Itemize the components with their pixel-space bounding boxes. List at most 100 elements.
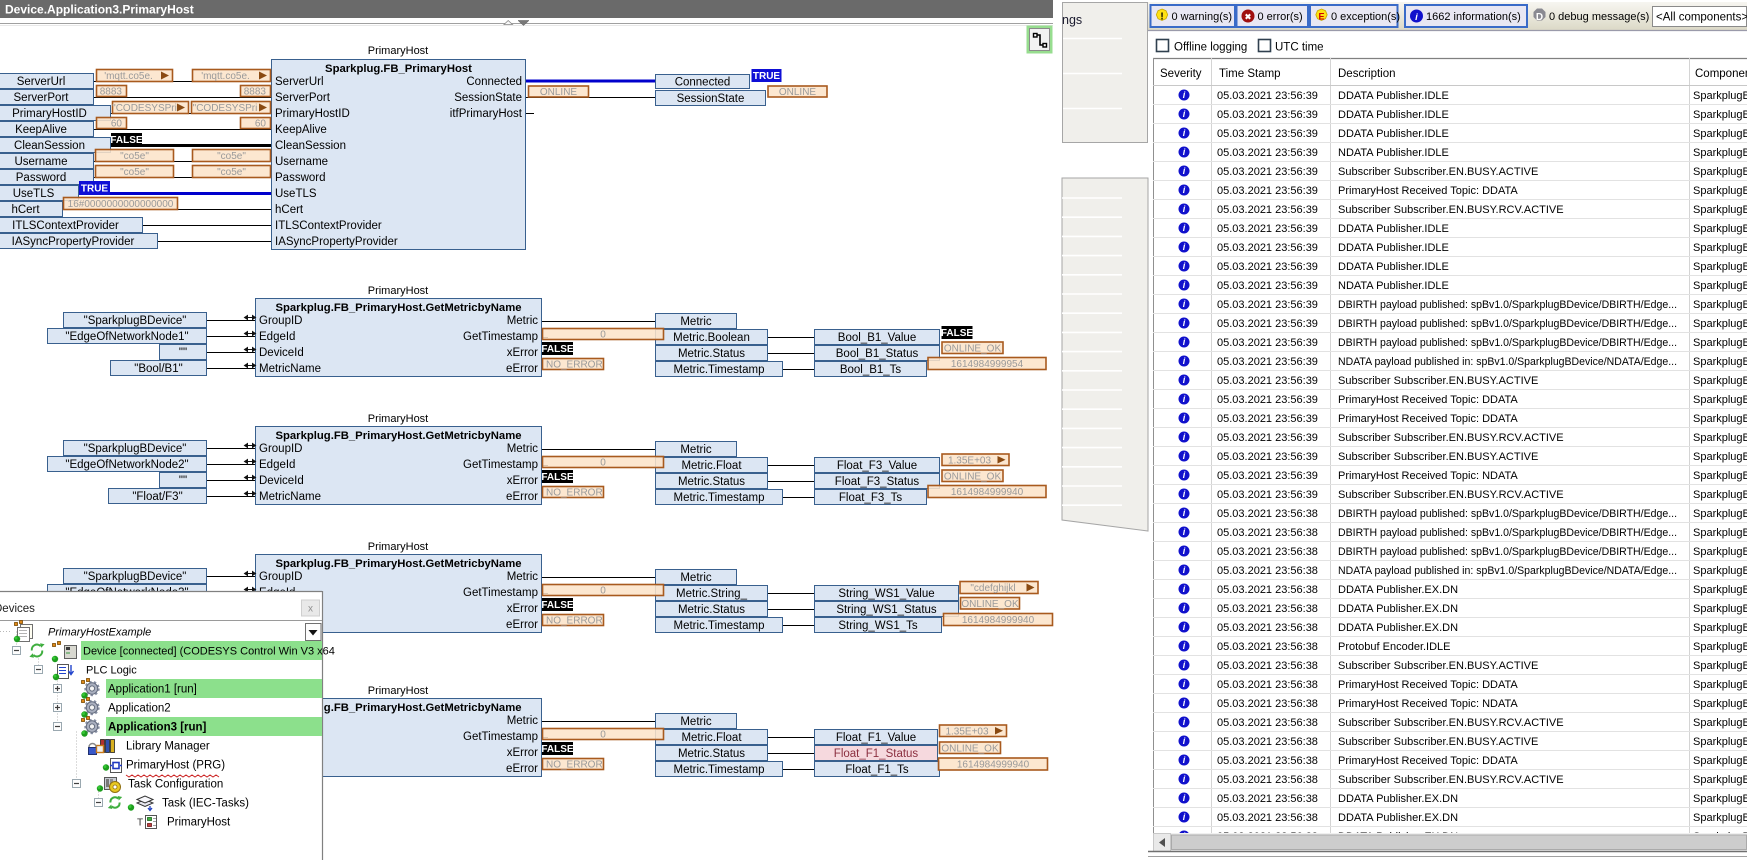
svg-text:Username: Username: [14, 156, 67, 168]
svg-text:"CODESYSPri: "CODESYSPri: [193, 103, 258, 114]
svg-text:DDATA Publisher.IDLE: DDATA Publisher.IDLE: [1338, 128, 1449, 140]
svg-text:<All components>: <All components>: [1656, 12, 1747, 24]
svg-text:0: 0: [600, 730, 606, 741]
svg-text:DDATA Publisher.IDLE: DDATA Publisher.IDLE: [1338, 90, 1449, 102]
svg-text:SparkplugB: SparkplugB: [1693, 755, 1747, 767]
svg-text:05.03.2021 23:56:38: 05.03.2021 23:56:38: [1217, 660, 1318, 672]
svg-text:SparkplugB: SparkplugB: [1693, 204, 1747, 216]
svg-text:05.03.2021 23:56:39: 05.03.2021 23:56:39: [1217, 242, 1318, 254]
svg-text:✖: ✖: [1245, 13, 1252, 22]
svg-text:ServerUrl: ServerUrl: [275, 76, 324, 88]
svg-text:05.03.2021 23:56:39: 05.03.2021 23:56:39: [1217, 90, 1318, 102]
svg-text:PrimaryHost: PrimaryHost: [368, 413, 429, 425]
svg-text:SparkplugB: SparkplugB: [1693, 793, 1747, 805]
svg-text:String_WS1_Status: String_WS1_Status: [836, 604, 937, 616]
svg-text:0: 0: [600, 330, 606, 341]
svg-text:DBIRTH payload published: spBv: DBIRTH payload published: spBv1.0/Sparkp…: [1338, 299, 1677, 311]
svg-text:05.03.2021 23:56:38: 05.03.2021 23:56:38: [1217, 546, 1318, 558]
svg-text:PrimaryHost (PRG): PrimaryHost (PRG): [126, 760, 225, 772]
svg-text:FALSE: FALSE: [541, 344, 574, 355]
svg-text:CleanSession: CleanSession: [14, 140, 85, 152]
svg-text:0: 0: [600, 458, 606, 469]
svg-text:Metric.Float: Metric.Float: [681, 732, 742, 744]
svg-text:GetTimestamp: GetTimestamp: [463, 459, 538, 471]
svg-text:SparkplugB: SparkplugB: [1693, 812, 1747, 824]
svg-text:Description: Description: [1338, 68, 1396, 80]
svg-text:EdgeId: EdgeId: [259, 331, 295, 343]
svg-text:SparkplugB: SparkplugB: [1693, 432, 1747, 444]
svg-text:PrimaryHost Received Topic: DD: PrimaryHost Received Topic: DDATA: [1338, 394, 1518, 406]
svg-text:05.03.2021 23:56:38: 05.03.2021 23:56:38: [1217, 508, 1318, 520]
svg-text:x: x: [308, 604, 313, 615]
svg-text:SparkplugB: SparkplugB: [1693, 128, 1747, 140]
svg-text:"co5e": "co5e": [120, 151, 149, 162]
svg-text:hCert: hCert: [275, 204, 304, 216]
svg-text:SparkplugB: SparkplugB: [1693, 375, 1747, 387]
svg-text:SparkplugB: SparkplugB: [1693, 223, 1747, 235]
svg-text:05.03.2021 23:56:38: 05.03.2021 23:56:38: [1217, 641, 1318, 653]
svg-text:TRUE: TRUE: [81, 184, 109, 195]
svg-text:1.35E+03: 1.35E+03: [948, 455, 992, 466]
svg-text:Metric: Metric: [680, 444, 712, 456]
svg-text:05.03.2021 23:56:39: 05.03.2021 23:56:39: [1217, 318, 1318, 330]
svg-text:SparkplugB: SparkplugB: [1693, 736, 1747, 748]
svg-text:Metric: Metric: [507, 443, 539, 455]
svg-text:"co5e": "co5e": [120, 167, 149, 178]
svg-text:DDATA Publisher.EX.DN: DDATA Publisher.EX.DN: [1338, 603, 1458, 615]
svg-text:ITLSContextProvider: ITLSContextProvider: [275, 220, 382, 232]
svg-text:Task (IEC-Tasks): Task (IEC-Tasks): [162, 798, 249, 810]
svg-text:05.03.2021 23:56:38: 05.03.2021 23:56:38: [1217, 698, 1318, 710]
svg-text:DeviceId: DeviceId: [259, 475, 304, 487]
svg-text:SessionState: SessionState: [454, 92, 522, 104]
svg-text:05.03.2021 23:56:39: 05.03.2021 23:56:39: [1217, 394, 1318, 406]
svg-text:Bool_B1_Value: Bool_B1_Value: [838, 332, 916, 344]
svg-text:PrimaryHost: PrimaryHost: [368, 285, 429, 297]
svg-text:05.03.2021 23:56:39: 05.03.2021 23:56:39: [1217, 147, 1318, 159]
svg-text:NO_ERROR: NO_ERROR: [546, 616, 603, 627]
svg-text:FALSE: FALSE: [541, 600, 574, 611]
svg-text:SparkplugB: SparkplugB: [1693, 318, 1747, 330]
svg-text:"SparkplugBDevice": "SparkplugBDevice": [84, 315, 187, 327]
svg-text:"": "": [179, 347, 187, 359]
svg-text:DDATA Publisher.EX.DN: DDATA Publisher.EX.DN: [1338, 812, 1458, 824]
svg-text:SparkplugB: SparkplugB: [1693, 242, 1747, 254]
svg-text:NO_ERROR: NO_ERROR: [546, 760, 603, 771]
svg-text:"Float/F3": "Float/F3": [132, 491, 182, 503]
svg-text:"EdgeOfNetworkNode2": "EdgeOfNetworkNode2": [65, 459, 188, 471]
svg-text:ITLSContextProvider: ITLSContextProvider: [12, 220, 119, 232]
svg-text:'mqtt.co5e.: 'mqtt.co5e.: [104, 71, 153, 82]
svg-text:Metric.Timestamp: Metric.Timestamp: [674, 620, 765, 632]
svg-text:Subscriber Subscriber.EN.BUSY.: Subscriber Subscriber.EN.BUSY.RCV.ACTIVE: [1338, 204, 1564, 216]
svg-text:05.03.2021 23:56:38: 05.03.2021 23:56:38: [1217, 603, 1318, 615]
svg-text:DDATA Publisher.IDLE: DDATA Publisher.IDLE: [1338, 261, 1449, 273]
svg-text:SparkplugB: SparkplugB: [1693, 109, 1747, 121]
svg-text:Devices: Devices: [0, 603, 35, 615]
svg-text:i: i: [1415, 12, 1418, 23]
svg-text:SparkplugB: SparkplugB: [1693, 774, 1747, 786]
svg-text:Subscriber Subscriber.EN.BUSY.: Subscriber Subscriber.EN.BUSY.RCV.ACTIVE: [1338, 489, 1564, 501]
svg-text:Bool_B1_Ts: Bool_B1_Ts: [840, 364, 902, 376]
svg-text:Subscriber Subscriber.EN.BUSY.: Subscriber Subscriber.EN.BUSY.RCV.ACTIVE: [1338, 432, 1564, 444]
svg-text:05.03.2021 23:56:39: 05.03.2021 23:56:39: [1217, 413, 1318, 425]
svg-text:KeepAlive: KeepAlive: [15, 124, 67, 136]
svg-text:SparkplugB: SparkplugB: [1693, 470, 1747, 482]
svg-text:05.03.2021 23:56:39: 05.03.2021 23:56:39: [1217, 166, 1318, 178]
svg-text:Device [connected] (CODESYS Co: Device [connected] (CODESYS Control Win …: [83, 646, 335, 658]
svg-text:05.03.2021 23:56:39: 05.03.2021 23:56:39: [1217, 109, 1318, 121]
svg-text:SparkplugB: SparkplugB: [1693, 185, 1747, 197]
svg-text:Offline logging: Offline logging: [1174, 42, 1247, 54]
svg-text:PrimaryHost Received Topic: ND: PrimaryHost Received Topic: NDATA: [1338, 470, 1518, 482]
svg-text:!: !: [1160, 12, 1163, 23]
svg-text:Metric: Metric: [680, 572, 712, 584]
svg-text:SparkplugB: SparkplugB: [1693, 641, 1747, 653]
svg-text:PrimaryHost: PrimaryHost: [167, 817, 231, 829]
svg-text:DDATA Publisher.EX.DN: DDATA Publisher.EX.DN: [1338, 793, 1458, 805]
svg-text:"co5e": "co5e": [217, 167, 246, 178]
svg-text:Float_F1_Value: Float_F1_Value: [836, 732, 916, 744]
svg-text:NDATA payload published in: sp: NDATA payload published in: spBv1.0/Spar…: [1338, 565, 1677, 577]
svg-text:Subscriber Subscriber.EN.BUSY.: Subscriber Subscriber.EN.BUSY.ACTIVE: [1338, 451, 1538, 463]
svg-text:String_WS1_Ts: String_WS1_Ts: [838, 620, 918, 632]
svg-text:SparkplugB: SparkplugB: [1693, 660, 1747, 672]
svg-text:T: T: [137, 818, 143, 829]
svg-text:FALSE: FALSE: [941, 328, 974, 339]
